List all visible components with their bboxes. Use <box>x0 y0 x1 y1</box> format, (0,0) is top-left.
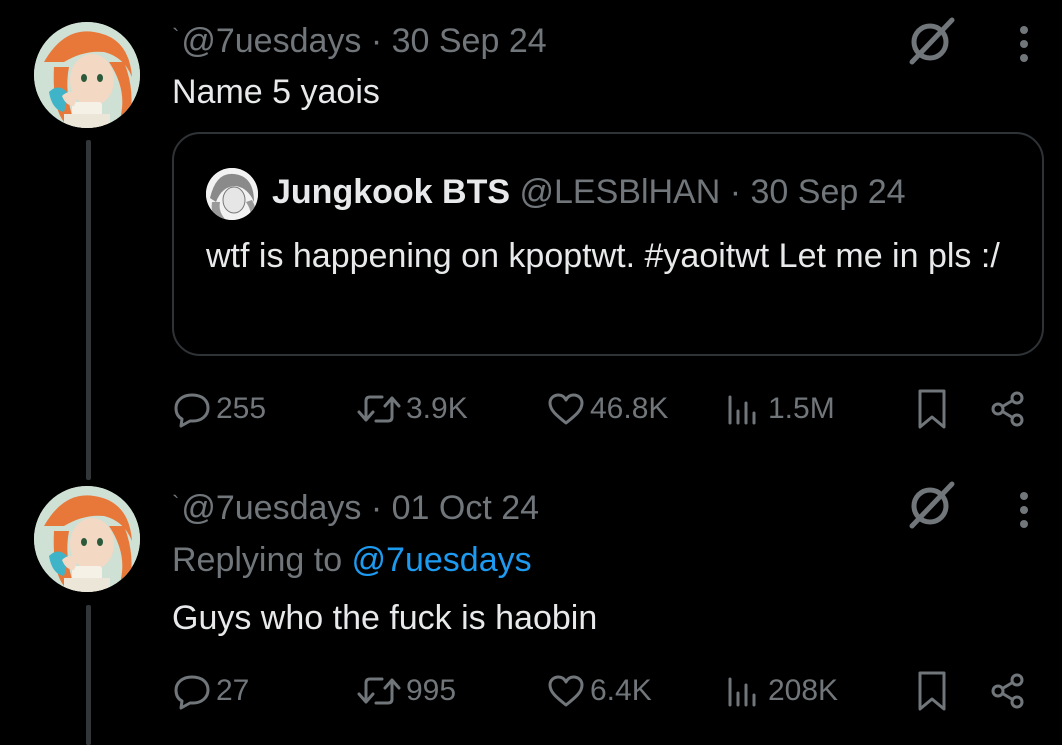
share-icon <box>991 673 1024 709</box>
bookmark-icon <box>918 389 946 429</box>
quote-header: Jungkook BTS @LESBlHAN · 30 Sep 24 <box>272 172 906 212</box>
tweet-header: `@7uesdays · 30 Sep 24 <box>172 17 547 61</box>
reply-icon <box>174 675 210 710</box>
author-handle[interactable]: @7uesdays <box>181 22 361 60</box>
heart-icon <box>548 393 584 425</box>
tweet-date[interactable]: 01 Oct 24 <box>392 489 539 527</box>
heart-icon <box>548 675 584 707</box>
tweet[interactable]: `@7uesdays · 30 Sep 24 Name 5 yaois Jung… <box>0 0 1062 480</box>
replying-to: Replying to @7uesdays <box>172 540 532 580</box>
quoted-tweet[interactable]: Jungkook BTS @LESBlHAN · 30 Sep 24 wtf i… <box>172 132 1044 356</box>
reply-button[interactable]: 27 <box>172 666 249 716</box>
reply-icon <box>174 393 210 428</box>
repost-button[interactable]: 3.9K <box>356 384 468 434</box>
slashed-circle-icon[interactable] <box>906 478 958 530</box>
handle-prefix: ` <box>172 24 180 49</box>
views-button[interactable]: 1.5M <box>724 384 835 434</box>
reply-count: 27 <box>216 674 250 707</box>
view-count: 208K <box>768 674 839 707</box>
separator: · <box>361 22 392 60</box>
tweet[interactable]: `@7uesdays · 01 Oct 24 Replying to @7ues… <box>0 470 1062 745</box>
quote-avatar <box>206 168 258 220</box>
tweet-text: Guys who the fuck is haobin <box>172 599 598 637</box>
tweet-header: `@7uesdays · 01 Oct 24 <box>172 484 539 528</box>
reply-count: 255 <box>216 392 267 425</box>
tweet-text: Name 5 yaois <box>172 73 380 111</box>
share-button[interactable] <box>988 384 1032 434</box>
views-icon <box>728 677 756 707</box>
like-count: 6.4K <box>590 674 652 707</box>
author-handle[interactable]: @7uesdays <box>181 489 361 527</box>
bookmark-button[interactable] <box>914 384 954 434</box>
more-vertical-icon[interactable] <box>1012 486 1036 534</box>
repost-icon <box>357 677 401 705</box>
tweet-date[interactable]: 30 Sep 24 <box>392 22 547 60</box>
repost-button[interactable]: 995 <box>356 666 456 716</box>
thread-line <box>86 140 91 480</box>
view-count: 1.5M <box>768 392 835 425</box>
repost-count: 995 <box>406 674 457 707</box>
like-count: 46.8K <box>590 392 669 425</box>
separator: · <box>361 489 392 527</box>
handle-prefix: ` <box>172 491 180 516</box>
thread-line <box>86 605 91 745</box>
avatar[interactable] <box>34 486 140 592</box>
quote-author-handle[interactable]: @LESBlHAN <box>519 173 720 211</box>
share-icon <box>991 391 1024 427</box>
quote-author-name[interactable]: Jungkook BTS <box>272 173 510 211</box>
action-bar: 27 995 6.4K 208K <box>172 666 1042 716</box>
reply-button[interactable]: 255 <box>172 384 266 434</box>
like-button[interactable]: 6.4K <box>546 666 652 716</box>
views-button[interactable]: 208K <box>724 666 838 716</box>
repost-icon <box>357 395 401 423</box>
views-icon <box>728 395 756 425</box>
more-vertical-icon[interactable] <box>1012 20 1036 68</box>
repost-count: 3.9K <box>406 392 468 425</box>
quote-date[interactable]: 30 Sep 24 <box>751 173 906 211</box>
avatar[interactable] <box>34 22 140 128</box>
bookmark-icon <box>918 671 946 711</box>
replying-mention[interactable]: @7uesdays <box>352 541 532 579</box>
quote-text: wtf is happening on kpoptwt. #yaoitwt Le… <box>206 237 1000 275</box>
like-button[interactable]: 46.8K <box>546 384 668 434</box>
share-button[interactable] <box>988 666 1032 716</box>
replying-label: Replying to <box>172 541 352 579</box>
slashed-circle-icon[interactable] <box>906 14 958 66</box>
bookmark-button[interactable] <box>914 666 954 716</box>
action-bar: 255 3.9K 46.8K 1.5M <box>172 384 1042 434</box>
separator: · <box>720 173 751 211</box>
